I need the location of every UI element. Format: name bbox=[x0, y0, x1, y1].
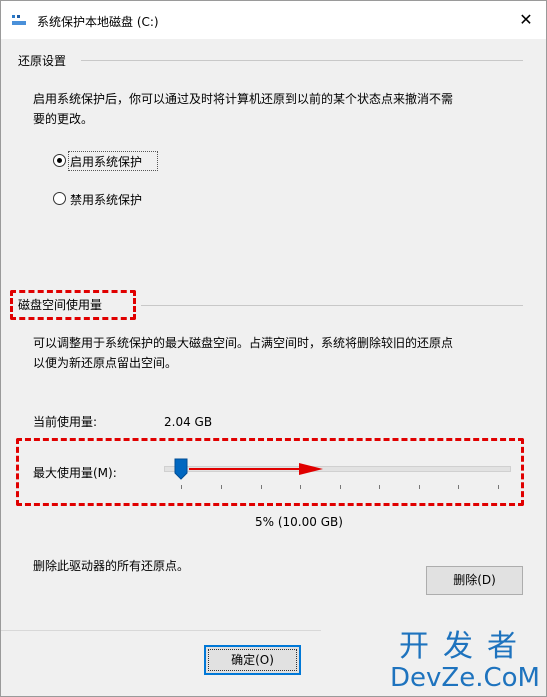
slider-tick bbox=[498, 485, 499, 489]
enable-protection-label[interactable]: 启用系统保护 bbox=[70, 153, 142, 170]
restore-description-line1: 启用系统保护后，你可以通过及时将计算机还原到以前的某个状态点来撤消不需 bbox=[33, 92, 454, 106]
current-usage-label: 当前使用量: bbox=[33, 415, 98, 429]
watermark-line1: 开发者 bbox=[399, 629, 531, 664]
ok-button[interactable]: 确定(O) bbox=[204, 645, 301, 675]
delete-description: 删除此驱动器的所有还原点。 bbox=[33, 559, 190, 573]
restore-description-line2: 要的更改。 bbox=[33, 112, 94, 126]
delete-button[interactable]: 删除(D) bbox=[426, 566, 523, 595]
ok-button-label: 确定(O) bbox=[231, 653, 274, 667]
delete-button-label: 删除(D) bbox=[453, 573, 496, 587]
enable-protection-radio[interactable] bbox=[53, 154, 66, 167]
annotation-arrow bbox=[189, 463, 323, 475]
slider-tick bbox=[419, 485, 420, 489]
slider-value-text: 5% (10.00 GB) bbox=[255, 515, 343, 529]
disable-protection-label[interactable]: 禁用系统保护 bbox=[70, 191, 142, 208]
restore-settings-divider bbox=[81, 60, 523, 61]
slider-tick bbox=[221, 485, 222, 489]
disk-usage-description-line2: 以便为新还原点留出空间。 bbox=[33, 356, 178, 370]
slider-tick bbox=[181, 485, 182, 489]
max-usage-label: 最大使用量(M): bbox=[33, 466, 117, 480]
title-bar: 系统保护本地磁盘 (C:) ✕ bbox=[1, 1, 546, 39]
disable-protection-radio[interactable] bbox=[53, 192, 66, 205]
restore-settings-group-label: 还原设置 bbox=[18, 54, 67, 68]
footer-divider bbox=[1, 630, 321, 631]
disk-usage-divider bbox=[141, 305, 523, 306]
close-icon[interactable]: ✕ bbox=[516, 10, 536, 30]
current-usage-value: 2.04 GB bbox=[164, 415, 213, 429]
watermark-line2: DevZe.CoM bbox=[390, 663, 540, 693]
slider-tick bbox=[458, 485, 459, 489]
slider-tick bbox=[379, 485, 380, 489]
system-protection-dialog: 系统保护本地磁盘 (C:) ✕ 还原设置 启用系统保护后，你可以通过及时将计算机… bbox=[0, 0, 547, 697]
slider-tick bbox=[300, 485, 301, 489]
radio-selected-dot bbox=[57, 158, 62, 163]
window-title: 系统保护本地磁盘 (C:) bbox=[37, 15, 159, 29]
slider-tick bbox=[340, 485, 341, 489]
disk-usage-description-line1: 可以调整用于系统保护的最大磁盘空间。占满空间时，系统将删除较旧的还原点 bbox=[33, 336, 454, 350]
watermark: 开发者 DevZe.CoM bbox=[390, 629, 540, 693]
max-usage-slider-thumb[interactable] bbox=[174, 458, 188, 480]
slider-tick bbox=[261, 485, 262, 489]
system-protection-icon bbox=[12, 15, 26, 25]
disk-usage-group-label: 磁盘空间使用量 bbox=[18, 298, 103, 312]
